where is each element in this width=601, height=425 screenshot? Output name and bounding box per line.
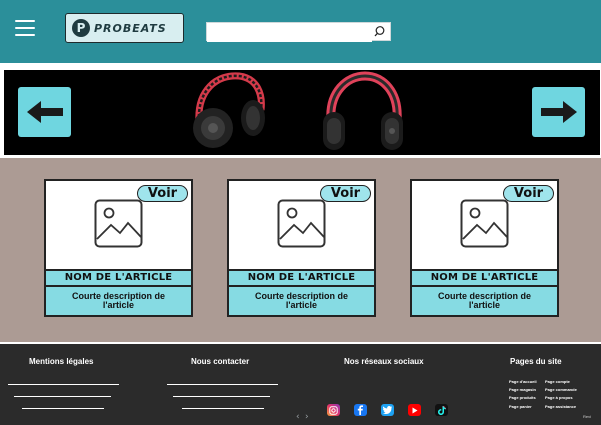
footer-prev-control[interactable]: ‹ bbox=[296, 412, 300, 422]
product-card[interactable]: Voir NOM DE L'ARTICLE Courte description… bbox=[44, 179, 193, 317]
logo-text: PROBEATS bbox=[94, 21, 167, 35]
legal-link-line[interactable] bbox=[8, 384, 119, 385]
legal-link-line[interactable] bbox=[22, 408, 104, 409]
arrow-right-icon bbox=[540, 101, 577, 123]
products-section: Voir NOM DE L'ARTICLE Courte description… bbox=[0, 158, 601, 342]
product-name: NOM DE L'ARTICLE bbox=[229, 269, 374, 287]
image-placeholder-icon bbox=[94, 199, 143, 248]
legal-title[interactable]: Mentions légales bbox=[29, 357, 93, 366]
contact-link-line[interactable] bbox=[173, 396, 270, 397]
product-carousel bbox=[4, 70, 600, 155]
search-input[interactable] bbox=[207, 24, 372, 42]
logo[interactable]: P PROBEATS bbox=[65, 13, 184, 43]
footer: Mentions légales Nous contacter Nos rése… bbox=[0, 344, 601, 425]
description-line: l'article bbox=[102, 300, 135, 310]
hamburger-menu-icon[interactable] bbox=[15, 20, 35, 37]
carousel-prev-button[interactable] bbox=[18, 87, 71, 137]
footer-next-control[interactable]: › bbox=[305, 412, 309, 422]
product-name: NOM DE L'ARTICLE bbox=[46, 269, 191, 287]
social-title: Nos réseaux sociaux bbox=[344, 357, 424, 366]
twitter-icon[interactable] bbox=[381, 404, 394, 416]
divider bbox=[0, 63, 601, 70]
link-page-produits[interactable]: Page produits bbox=[509, 395, 536, 400]
view-button[interactable]: Voir bbox=[137, 185, 188, 202]
youtube-icon[interactable] bbox=[408, 404, 421, 416]
legal-link-line[interactable] bbox=[14, 396, 111, 397]
header: P PROBEATS bbox=[0, 0, 601, 63]
link-page-assistance[interactable]: Page assistance bbox=[545, 404, 576, 409]
arrow-left-icon bbox=[26, 101, 63, 123]
link-page-commande[interactable]: Page commande bbox=[545, 387, 577, 392]
image-placeholder-icon bbox=[460, 199, 509, 248]
link-page-magasin[interactable]: Page magasin bbox=[509, 387, 536, 392]
link-page-accueil[interactable]: Page d'accueil bbox=[509, 379, 537, 384]
search-bar bbox=[206, 22, 391, 42]
description-line: l'article bbox=[468, 300, 501, 310]
link-page-apropos[interactable]: Page à propos bbox=[545, 395, 573, 400]
logo-mark: P bbox=[72, 19, 90, 37]
product-card[interactable]: Voir NOM DE L'ARTICLE Courte description… bbox=[227, 179, 376, 317]
contact-title[interactable]: Nous contacter bbox=[191, 357, 249, 366]
link-page-panier[interactable]: Page panier bbox=[509, 404, 532, 409]
link-page-compte[interactable]: Page compte bbox=[545, 379, 570, 384]
contact-link-line[interactable] bbox=[182, 408, 264, 409]
pages-title: Pages du site bbox=[510, 357, 562, 366]
tiktok-icon[interactable] bbox=[435, 404, 448, 416]
search-icon[interactable] bbox=[374, 25, 387, 38]
view-button[interactable]: Voir bbox=[503, 185, 554, 202]
instagram-icon[interactable] bbox=[327, 404, 340, 416]
product-description: Courte description de l'article bbox=[412, 287, 557, 315]
facebook-icon[interactable] bbox=[354, 404, 367, 416]
view-button[interactable]: Voir bbox=[320, 185, 371, 202]
product-description: Courte description de l'article bbox=[46, 287, 191, 315]
corner-note: Revi bbox=[583, 414, 592, 419]
description-line: l'article bbox=[285, 300, 318, 310]
headphone-black-image[interactable] bbox=[321, 70, 405, 155]
contact-link-line[interactable] bbox=[167, 384, 278, 385]
headphone-red-image[interactable] bbox=[187, 70, 267, 155]
carousel-next-button[interactable] bbox=[532, 87, 585, 137]
product-description: Courte description de l'article bbox=[229, 287, 374, 315]
product-name: NOM DE L'ARTICLE bbox=[412, 269, 557, 287]
product-card[interactable]: Voir NOM DE L'ARTICLE Courte description… bbox=[410, 179, 559, 317]
image-placeholder-icon bbox=[277, 199, 326, 248]
